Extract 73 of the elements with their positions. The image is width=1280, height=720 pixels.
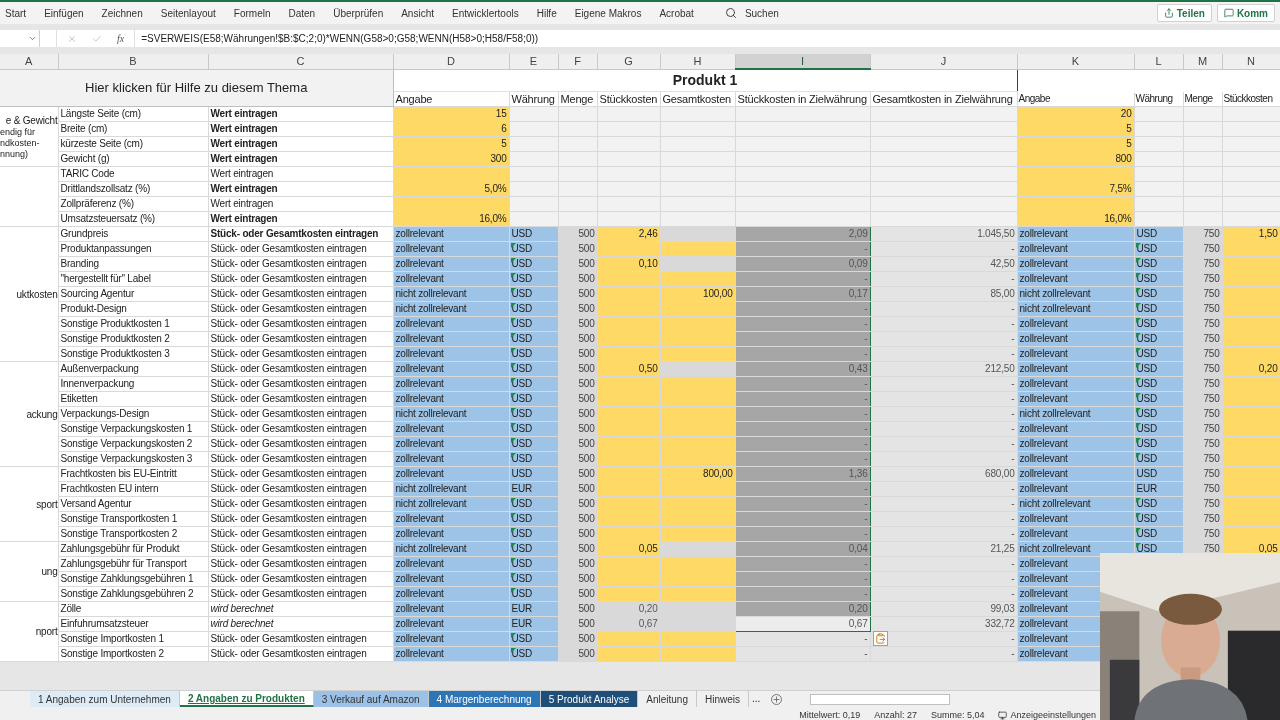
group-label: ackung — [25, 407, 57, 421]
column-label: Währung — [509, 91, 558, 107]
comment-icon — [1223, 8, 1234, 18]
cancel-icon[interactable] — [67, 33, 77, 44]
group-note: nnung) — [0, 148, 30, 160]
sheet-tab[interactable]: 4 Margenberechnung — [428, 691, 541, 707]
column-label: Angabe — [1017, 91, 1134, 107]
ribbon-tab[interactable]: Einfügen — [35, 5, 93, 21]
column-header[interactable]: N — [1222, 54, 1280, 69]
display-settings[interactable]: Anzeigeeinstellungen — [1010, 708, 1096, 720]
sheet-tab[interactable]: 5 Produkt Analyse — [540, 691, 639, 707]
group-label: ung — [40, 565, 57, 578]
sheet-tab[interactable]: 1 Angaben zum Unternehmen — [30, 691, 180, 707]
group-note: endig für — [0, 126, 37, 138]
sheet-tab[interactable]: 3 Verkauf auf Amazon — [313, 691, 429, 707]
column-header[interactable]: C — [208, 54, 393, 69]
column-label: Stückkosten — [1222, 91, 1280, 107]
column-label: Menge — [1183, 91, 1222, 107]
search-icon[interactable] — [724, 7, 737, 19]
column-header[interactable]: F — [558, 54, 597, 69]
horizontal-scrollbar[interactable] — [810, 693, 951, 705]
column-header[interactable]: A — [0, 54, 58, 69]
ribbon-tab[interactable]: Überprüfen — [324, 5, 393, 21]
column-header[interactable]: G — [597, 54, 660, 69]
paste-options-icon[interactable] — [873, 631, 888, 646]
display-icon[interactable] — [998, 711, 1008, 720]
comment-button[interactable]: Komm — [1216, 4, 1275, 22]
column-header[interactable]: L — [1134, 54, 1183, 69]
status-value: Anzahl: 27 — [874, 708, 917, 720]
column-header[interactable]: B — [58, 54, 208, 69]
formula-text[interactable]: =SVERWEIS(E58;Währungen!$B:$C;2;0)*WENN(G58>0;G58;WENN(H58>0;H58/F58;0)) — [135, 31, 539, 46]
column-label: Stückkosten in Zielwährung — [735, 91, 870, 107]
status-value: Mittelwert: 0,19 — [799, 708, 861, 720]
help-link[interactable]: Hier klicken für Hilfe zu diesem Thema — [0, 69, 393, 107]
ribbon-tab[interactable]: Ansicht — [392, 5, 443, 21]
add-sheet-icon[interactable] — [771, 693, 783, 705]
ribbon-tab[interactable]: Entwicklertools — [443, 5, 528, 21]
sheet-tab[interactable]: 2 Angaben zu Produkten — [179, 691, 314, 707]
product-title: Produkt 1 — [393, 69, 1017, 92]
more-tabs[interactable]: ... — [749, 691, 764, 707]
ribbon-tab[interactable]: Daten — [279, 5, 325, 21]
ribbon-tab[interactable]: Acrobat — [650, 5, 703, 21]
column-header[interactable]: I — [735, 54, 870, 69]
group-label: nport — [34, 625, 57, 638]
column-label: Menge — [558, 91, 597, 107]
ribbon-tab[interactable]: Hilfe — [527, 5, 566, 21]
group-label: uktkosten — [15, 287, 57, 301]
enter-icon[interactable] — [92, 33, 102, 44]
group-label: sport — [35, 497, 57, 511]
ribbon-tab[interactable]: Formeln — [224, 5, 280, 21]
column-label: Gesamtkosten in Zielwährung — [870, 91, 1017, 107]
column-header[interactable]: K — [1017, 54, 1134, 69]
column-label: Stückkosten — [597, 91, 660, 107]
column-label: Angabe — [393, 91, 509, 107]
column-header[interactable]: J — [870, 54, 1017, 69]
ribbon-tab[interactable]: Zeichnen — [92, 5, 152, 21]
ribbon-tab[interactable]: Seitenlayout — [151, 5, 225, 21]
share-button[interactable]: Teilen — [1156, 4, 1212, 22]
insert-function-button[interactable]: fx — [117, 31, 125, 46]
column-header[interactable]: M — [1183, 54, 1222, 69]
share-icon — [1163, 8, 1174, 18]
group-note: ndkosten- — [0, 137, 41, 149]
column-header[interactable]: D — [393, 54, 509, 69]
status-value: Summe: 5,04 — [930, 708, 985, 720]
ribbon-tab[interactable]: Start — [5, 5, 36, 21]
column-header[interactable]: H — [660, 54, 735, 69]
ribbon-tab[interactable]: Eigene Makros — [565, 5, 651, 21]
search-label[interactable]: Suchen — [744, 5, 779, 21]
column-label: Gesamtkosten — [660, 91, 735, 107]
column-label: Währung — [1134, 91, 1183, 107]
group-label: e & Gewicht — [4, 113, 57, 127]
dropdown-icon[interactable] — [28, 34, 37, 43]
column-header[interactable]: E — [509, 54, 558, 69]
